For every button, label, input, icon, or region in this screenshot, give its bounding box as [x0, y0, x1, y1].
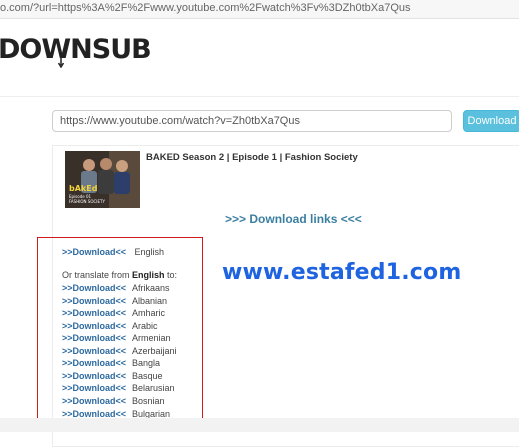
- download-link[interactable]: >>Download<<: [62, 409, 126, 419]
- download-button[interactable]: Download: [463, 110, 519, 132]
- download-link[interactable]: >>Download<<: [62, 396, 126, 406]
- thumbnail-image-icon: bAkEd Episode 01 FASHION SOCIETY: [65, 151, 140, 208]
- download-link[interactable]: >>Download<<: [62, 383, 126, 393]
- translation-row: >>Download<< Albanian: [62, 295, 167, 307]
- language-label: Bulgarian: [132, 408, 171, 419]
- language-label: Albanian: [132, 295, 168, 306]
- translation-row: >>Download<< Azerbaijani: [62, 345, 177, 357]
- translation-row: >>Download<< Bangla: [62, 357, 160, 369]
- original-subtitle-row: >>Download<< English: [62, 246, 164, 258]
- download-link[interactable]: >>Download<<: [62, 321, 126, 331]
- language-label: English: [134, 247, 165, 257]
- svg-text:FASHION SOCIETY: FASHION SOCIETY: [69, 199, 105, 204]
- translation-row: >>Download<< Armenian: [62, 332, 171, 344]
- svg-text:bAkEd: bAkEd: [69, 184, 98, 193]
- download-link[interactable]: >>Download<<: [62, 296, 126, 306]
- language-label: Bangla: [132, 358, 161, 369]
- video-title: BAKED Season 2 | Episode 1 | Fashion Soc…: [146, 152, 358, 163]
- language-label: Afrikaans: [132, 283, 170, 293]
- language-label: Amharic: [132, 308, 166, 319]
- download-link-original[interactable]: >>Download<<: [62, 247, 126, 257]
- language-label: Azerbaijani: [132, 345, 177, 356]
- download-link[interactable]: >>Download<<: [62, 371, 126, 381]
- translate-line: Or translate from English to:: [62, 270, 178, 280]
- video-thumbnail[interactable]: bAkEd Episode 01 FASHION SOCIETY: [65, 151, 140, 208]
- language-label: Basque: [132, 370, 163, 381]
- translation-row: >>Download<< Amharic: [62, 307, 165, 319]
- translation-row: >>Download<< Basque: [62, 370, 163, 382]
- translation-row: >>Download<< Afrikaans: [62, 282, 170, 294]
- bottom-strip: [0, 418, 519, 432]
- language-label: Arabic: [132, 320, 158, 331]
- address-text[interactable]: o.com/?url=https%3A%2F%2Fwww.youtube.com…: [0, 2, 411, 14]
- translation-row: >>Download<< Bosnian: [62, 395, 165, 407]
- download-link[interactable]: >>Download<<: [62, 308, 126, 318]
- translation-row: >>Download<< Belarusian: [62, 382, 175, 394]
- video-url-input[interactable]: [52, 110, 452, 132]
- language-label: Armenian: [132, 333, 171, 344]
- download-link[interactable]: >>Download<<: [62, 283, 126, 293]
- language-label: Belarusian: [132, 383, 175, 394]
- language-label: Bosnian: [132, 395, 165, 406]
- download-link[interactable]: >>Download<<: [62, 333, 126, 343]
- download-link[interactable]: >>Download<<: [62, 358, 126, 368]
- download-links-header: >>> Download links <<<: [225, 212, 362, 226]
- watermark-text: www.estafed1.com: [222, 260, 462, 285]
- translation-row: >>Download<< Arabic: [62, 320, 158, 332]
- address-bar[interactable]: o.com/?url=https%3A%2F%2Fwww.youtube.com…: [0, 0, 519, 19]
- site-logo[interactable]: DOWNSUB: [0, 34, 152, 65]
- logo-arrow-icon: [58, 58, 64, 68]
- download-link[interactable]: >>Download<<: [62, 346, 126, 356]
- header-divider: [0, 96, 519, 97]
